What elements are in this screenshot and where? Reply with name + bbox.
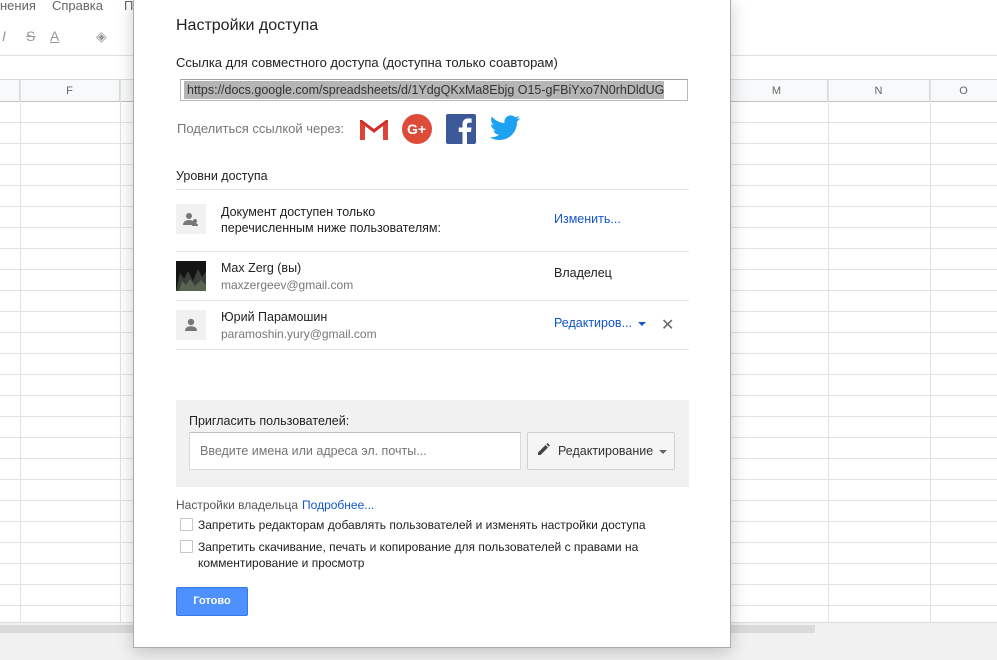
svg-text:G+: G+ xyxy=(407,121,426,137)
column-header-f[interactable]: F xyxy=(20,80,120,102)
divider xyxy=(176,189,689,190)
owner-email: maxzergeev@gmail.com xyxy=(221,278,354,292)
text-color-icon[interactable]: A xyxy=(50,28,59,44)
pencil-icon xyxy=(538,433,550,469)
prevent-editors-sharing-checkbox[interactable] xyxy=(180,518,193,531)
owner-avatar xyxy=(176,261,206,291)
column-header-n[interactable]: N xyxy=(828,80,930,102)
editor-role-dropdown[interactable]: Редактиров... xyxy=(554,316,646,330)
invite-permission-label: Редактирование xyxy=(558,444,654,458)
learn-more-link[interactable]: Подробнее... xyxy=(302,498,374,512)
grid-line xyxy=(120,80,121,622)
owner-settings-label: Настройки владельца xyxy=(176,498,299,512)
access-description: Документ доступен только перечисленным н… xyxy=(221,204,441,236)
gmail-icon[interactable] xyxy=(359,115,389,143)
fill-color-icon[interactable]: ◈ xyxy=(96,28,107,45)
share-link-label: Ссылка для совместного доступа (доступна… xyxy=(176,55,558,70)
google-plus-icon[interactable]: G+ xyxy=(402,114,432,144)
disable-download-label-line1: Запретить скачивание, печать и копирован… xyxy=(198,540,639,554)
owner-name: Max Zerg (вы) xyxy=(221,261,302,275)
menu-item-help[interactable]: Справка xyxy=(52,0,103,13)
dialog-title: Настройки доступа xyxy=(176,17,319,34)
row-header-corner xyxy=(0,80,20,102)
menu-item-edit[interactable]: нения xyxy=(0,0,36,13)
italic-icon[interactable]: I xyxy=(2,28,6,44)
disable-download-checkbox[interactable] xyxy=(180,540,193,553)
grid-line xyxy=(930,80,931,622)
invite-permission-dropdown[interactable]: Редактирование xyxy=(527,432,675,470)
share-via-label: Поделиться ссылкой через: xyxy=(177,121,345,136)
user-avatar-icon xyxy=(176,310,206,340)
grid-line xyxy=(828,80,829,622)
access-levels-title: Уровни доступа xyxy=(176,169,268,183)
share-link-value: https://docs.google.com/spreadsheets/d/1… xyxy=(184,81,665,99)
menu-item-partial[interactable]: П xyxy=(124,0,133,13)
disable-download-label-line2: комментирование и просмотр xyxy=(198,556,365,570)
column-header-m[interactable]: M xyxy=(726,80,828,102)
invite-email-input[interactable] xyxy=(189,432,521,470)
editor-email: paramoshin.yury@gmail.com xyxy=(221,327,377,341)
restricted-access-icon xyxy=(176,204,206,234)
invite-panel: Пригласить пользователей: Редактирование xyxy=(176,400,689,487)
strikethrough-icon[interactable]: S xyxy=(26,28,35,44)
disable-download-label: Запретить скачивание, печать и копирован… xyxy=(198,539,638,571)
prevent-editors-sharing-label: Запретить редакторам добавлять пользоват… xyxy=(198,518,646,532)
editor-role-label: Редактиров... xyxy=(554,316,632,330)
divider xyxy=(176,251,689,252)
share-link-field[interactable]: https://docs.google.com/spreadsheets/d/1… xyxy=(180,79,688,101)
chevron-down-icon xyxy=(659,449,668,454)
divider xyxy=(176,300,689,301)
column-header-o[interactable]: O xyxy=(930,80,997,102)
divider xyxy=(176,349,689,350)
remove-user-icon[interactable]: ✕ xyxy=(661,315,674,335)
twitter-icon[interactable] xyxy=(489,115,521,143)
owner-settings-row: Настройки владельца Подробнее... xyxy=(176,498,374,512)
change-access-link[interactable]: Изменить... xyxy=(554,212,621,226)
access-description-line1: Документ доступен только xyxy=(221,205,376,219)
sharing-settings-dialog: Настройки доступа Ссылка для совместного… xyxy=(133,0,731,648)
invite-label: Пригласить пользователей: xyxy=(189,414,350,428)
done-button[interactable]: Готово xyxy=(176,587,248,616)
access-description-line2: перечисленным ниже пользователям: xyxy=(221,221,441,235)
grid-line xyxy=(20,80,21,622)
editor-name: Юрий Парамошин xyxy=(221,310,328,324)
facebook-icon[interactable] xyxy=(446,114,476,144)
owner-role: Владелец xyxy=(554,266,612,280)
chevron-down-icon xyxy=(638,321,646,326)
